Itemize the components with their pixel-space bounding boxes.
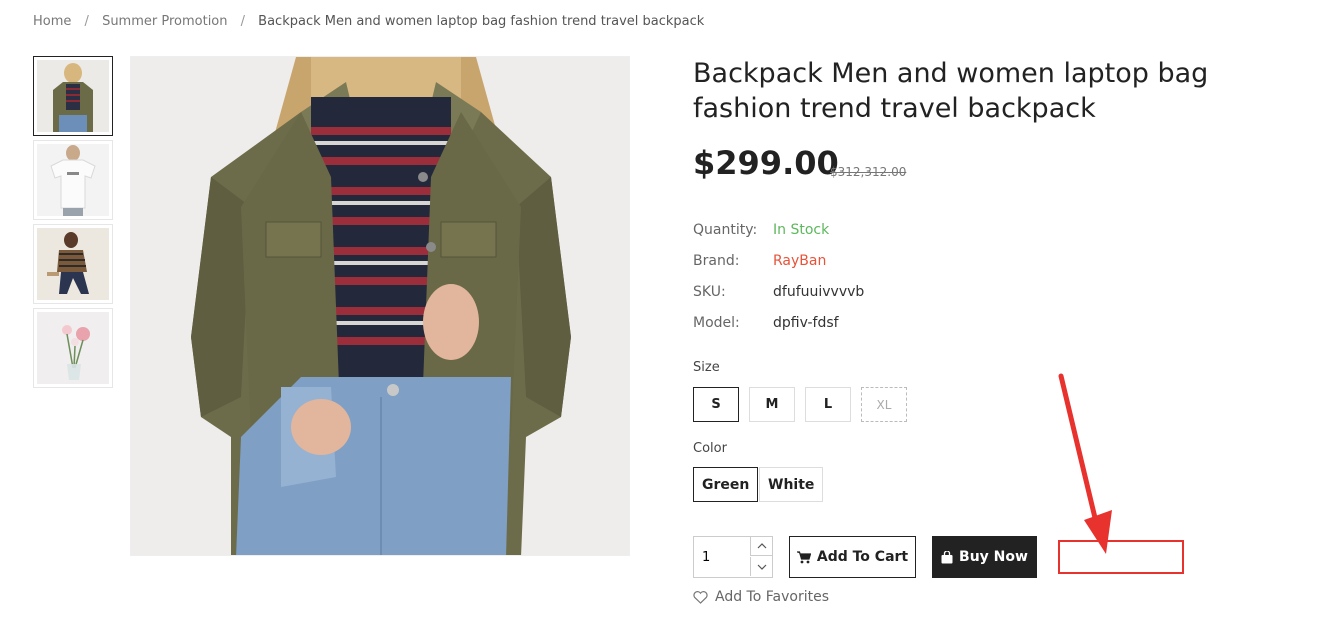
thumbnail-2[interactable]	[33, 140, 113, 220]
breadcrumb-home[interactable]: Home	[33, 14, 71, 29]
thumb-white-tshirt-image	[37, 144, 109, 216]
chevron-up-icon	[757, 543, 766, 549]
thumbnail-4[interactable]	[33, 308, 113, 388]
product-old-price: $312,312.00	[830, 165, 907, 179]
breadcrumb-separator: /	[84, 14, 89, 29]
quantity-decrease-button[interactable]	[750, 557, 772, 576]
add-to-cart-label: Add To Cart	[816, 549, 909, 565]
size-option-s[interactable]: S	[693, 387, 739, 422]
sku-value: dfufuuivvvvb	[773, 284, 865, 300]
main-product-image[interactable]	[130, 56, 630, 556]
sku-label: SKU:	[693, 284, 726, 300]
quantity-increase-button[interactable]	[750, 537, 772, 556]
stock-status: In Stock	[773, 222, 830, 238]
chevron-down-icon	[757, 564, 766, 570]
buy-now-button[interactable]: Buy Now	[932, 536, 1037, 578]
shopping-bag-icon	[941, 550, 953, 563]
quantity-label: Quantity:	[693, 222, 758, 238]
cart-icon	[796, 550, 811, 563]
size-label: Size	[693, 360, 720, 375]
size-option-m[interactable]: M	[749, 387, 795, 422]
quantity-stepper	[693, 536, 773, 578]
color-option-white[interactable]: White	[759, 467, 824, 502]
breadcrumb-separator: /	[240, 14, 246, 29]
color-label: Color	[693, 441, 727, 456]
buy-now-label: Buy Now	[959, 549, 1028, 565]
breadcrumb-current: Backpack Men and women laptop bag fashio…	[258, 14, 705, 29]
thumb-plaid-seated-image	[37, 228, 109, 300]
quantity-input[interactable]	[694, 537, 749, 577]
breadcrumb: Home / Summer Promotion / Backpack Men a…	[33, 14, 704, 29]
add-to-cart-button[interactable]: Add To Cart	[789, 536, 916, 578]
color-option-green[interactable]: Green	[693, 467, 759, 502]
thumb-olive-jacket-image	[37, 60, 109, 132]
size-option-l[interactable]: L	[805, 387, 851, 422]
brand-value[interactable]: RayBan	[773, 253, 826, 269]
add-to-favorites-link[interactable]: Add To Favorites	[693, 589, 829, 605]
annotation-highlight-box	[1058, 540, 1184, 574]
product-price: $299.00	[693, 144, 839, 182]
model-value: dpfiv-fdsf	[773, 315, 839, 331]
model-label: Model:	[693, 315, 740, 331]
size-option-xl[interactable]: XL	[861, 387, 907, 422]
heart-icon	[693, 590, 708, 604]
thumb-flowers-vase-image	[37, 312, 109, 384]
product-title: Backpack Men and women laptop bag fashio…	[693, 58, 1209, 124]
brand-label: Brand:	[693, 253, 740, 269]
annotation-arrow-icon	[1058, 373, 1112, 554]
thumbnail-1[interactable]	[33, 56, 113, 136]
main-product-photo	[131, 57, 629, 555]
breadcrumb-category[interactable]: Summer Promotion	[102, 14, 227, 29]
thumbnail-3[interactable]	[33, 224, 113, 304]
add-to-favorites-label: Add To Favorites	[715, 589, 829, 605]
